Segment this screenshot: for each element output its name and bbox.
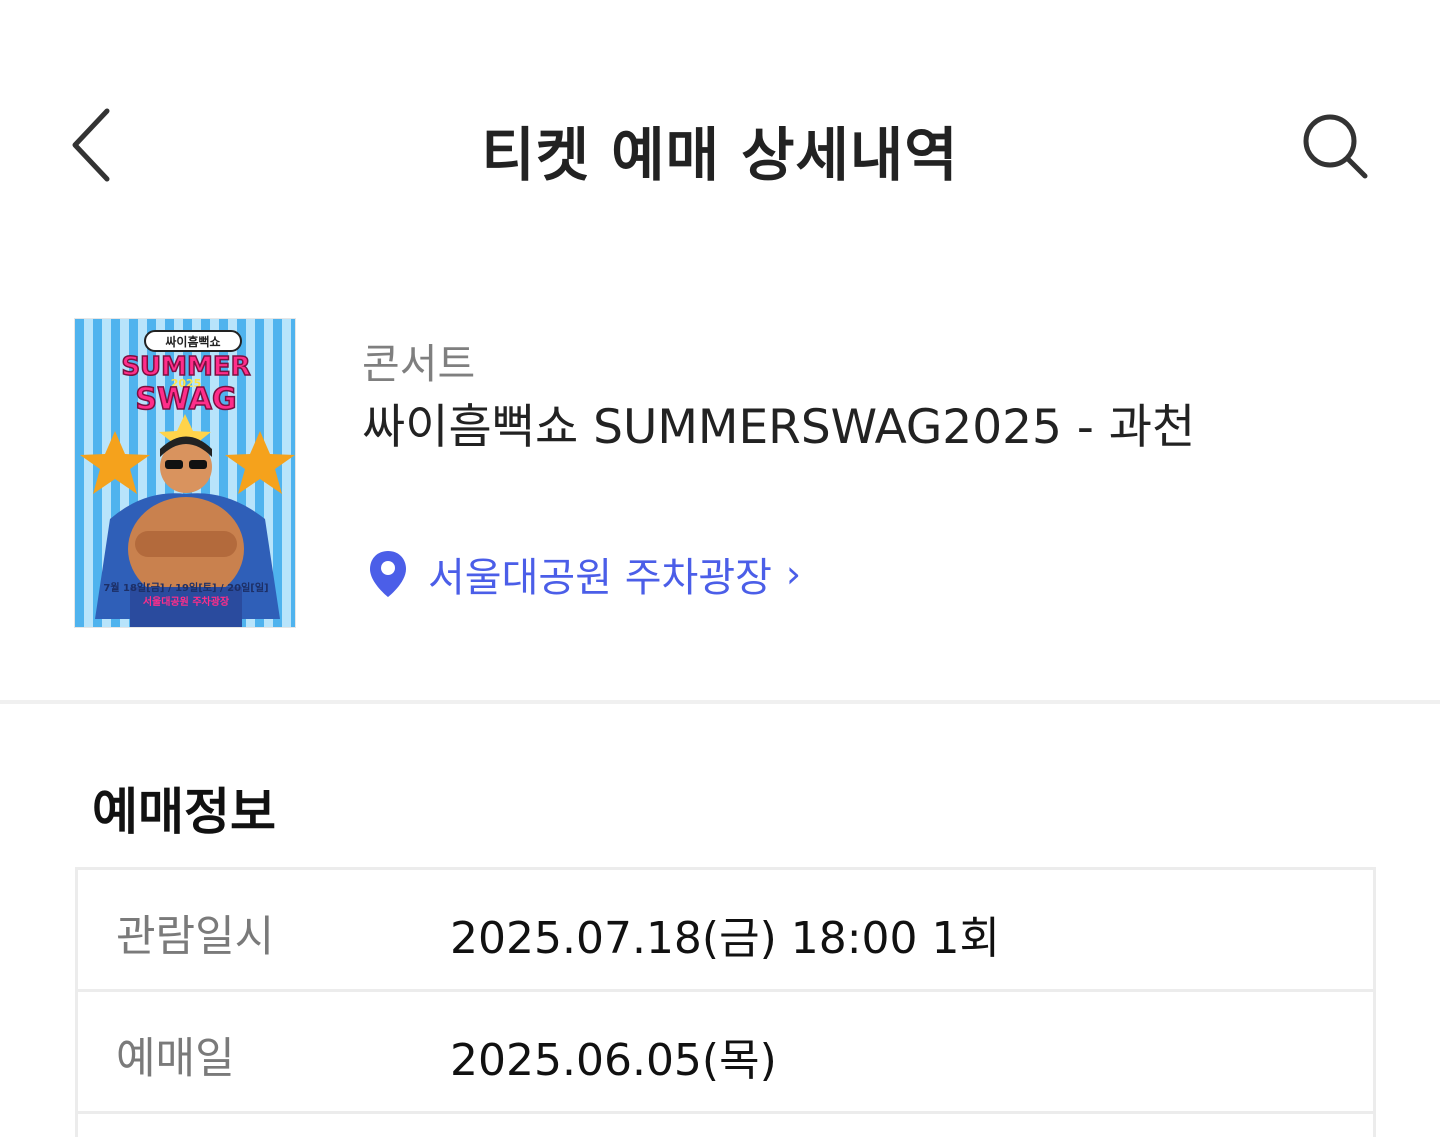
booking-info-title: 예매정보 xyxy=(92,783,276,841)
poster-headline-2: SWAG xyxy=(135,382,236,417)
poster-logo-text: 싸이흠뻑쇼 xyxy=(165,334,220,349)
event-title: 싸이흠뻑쇼 SUMMERSWAG2025 - 과천 xyxy=(362,400,1196,455)
event-poster[interactable]: 싸이흠뻑쇼 SUMMER 2025 SWAG 7월 18일[금] / 19일[토… xyxy=(74,318,296,628)
event-category: 콘서트 xyxy=(362,340,476,388)
poster-venue: 서울대공원 주차광장 xyxy=(143,595,230,608)
venue-link[interactable]: 서울대공원 주차광장 › xyxy=(368,545,801,603)
search-button[interactable] xyxy=(1290,104,1380,188)
row-label-booking-date: 예매일 xyxy=(116,1034,235,1084)
ticket-booking-detail-page: 티켓 예매 상세내역 싸이흠뻑쇼 SUMMER 2025 SWAG 7월 18일… xyxy=(0,0,1440,1137)
page-title: 티켓 예매 상세내역 xyxy=(481,121,959,189)
location-pin-icon xyxy=(368,547,412,601)
table-row: 관람일시 2025.07.18(금) 18:00 1회 xyxy=(78,870,1373,992)
table-row: 예매일 2025.06.05(목) xyxy=(78,992,1373,1114)
header: 티켓 예매 상세내역 xyxy=(0,0,1440,290)
venue-name: 서울대공원 주차광장 xyxy=(428,555,772,601)
poster-image: 싸이흠뻑쇼 SUMMER 2025 SWAG 7월 18일[금] / 19일[토… xyxy=(75,319,295,627)
section-divider xyxy=(0,700,1440,704)
poster-dates: 7월 18일[금] / 19일[토] / 20일[일] xyxy=(103,581,268,594)
chevron-right-icon: › xyxy=(785,552,802,596)
search-icon xyxy=(1303,114,1368,179)
row-value-booking-date: 2025.06.05(목) xyxy=(450,1035,777,1086)
booking-info-table: 관람일시 2025.07.18(금) 18:00 1회 예매일 2025.06.… xyxy=(75,867,1376,1137)
row-label-viewing-datetime: 관람일시 xyxy=(116,912,275,962)
row-value-viewing-datetime: 2025.07.18(금) 18:00 1회 xyxy=(450,913,1000,964)
